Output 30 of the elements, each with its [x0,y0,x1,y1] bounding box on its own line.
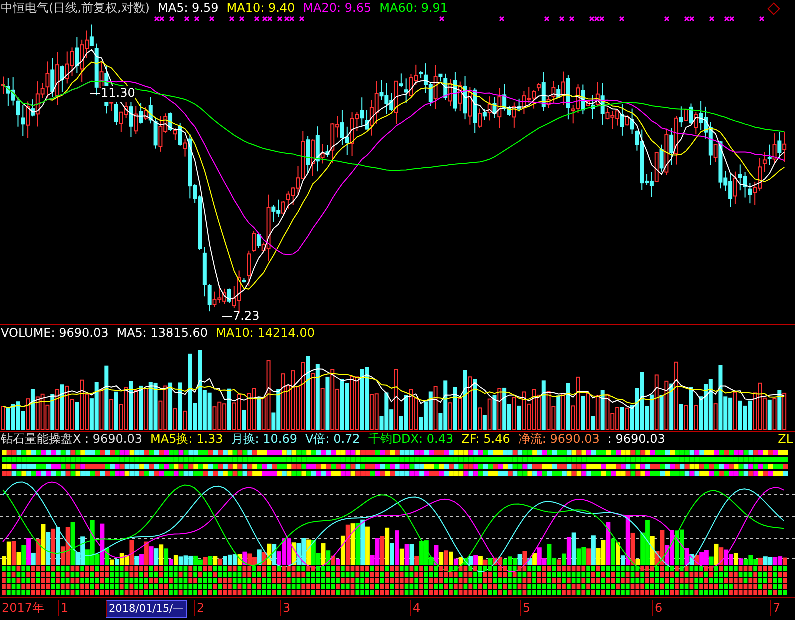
month-label: 6 [652,600,663,616]
legend-label: MA5: 13815.60 [116,326,208,342]
legend-label: MA10: 9.40 [226,1,296,17]
month-label: 7 [770,600,781,616]
legend-label: MA10: 14214.00 [216,326,315,342]
legend-label: 钻石量能操盘X : 9690.03 [1,432,143,448]
price-label: 7.23 [233,309,260,325]
stock-title: 中恒电气(日线,前复权,对数) [1,1,150,17]
legend-label: MA20: 9.65 [303,1,372,17]
month-label: 2 [194,600,205,616]
legend-label: 千钧DDX: 0.43 [368,432,454,448]
month-label: 1 [58,600,69,616]
legend-label: MA60: 9.91 [380,1,448,17]
diamond-icon [768,2,780,16]
month-label: 5 [520,600,531,616]
legend-label: : 9690.03 [608,432,666,448]
price-label: 11.30 [101,86,136,102]
month-label: 4 [410,600,421,616]
month-label: 3 [280,600,291,616]
indicator-label: ZL [778,432,793,448]
legend-label: V倍: 0.72 [306,432,360,448]
legend-label: MA5: 9.59 [158,1,219,17]
legend-label: 月换: 10.69 [231,432,298,448]
date-cursor-label: 2018/01/15/— [106,600,187,618]
legend-label: ZF: 5.46 [462,432,510,448]
legend-label: 净流: 9690.03 [518,432,600,448]
leader-line [222,316,232,318]
year-label: 2017年 [1,600,45,616]
legend-label: MA5换: 1.33 [150,432,224,448]
legend-label: VOLUME: 9690.03 [1,326,109,342]
